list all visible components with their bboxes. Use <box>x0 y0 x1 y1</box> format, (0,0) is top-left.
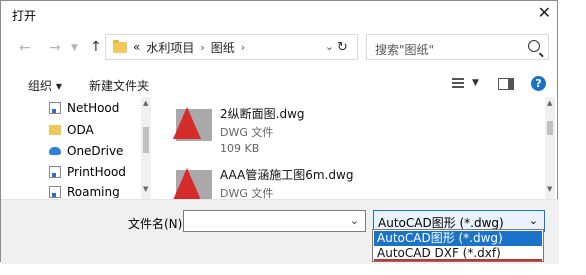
file-type: DWG 文件 <box>220 126 274 139</box>
scroll-up-icon[interactable]: ▲ <box>143 99 148 107</box>
filetype-option-dwg[interactable]: AutoCAD图形 (*.dwg) <box>374 231 542 246</box>
back-icon[interactable]: ← <box>19 40 31 56</box>
scroll-down-icon[interactable]: ▼ <box>547 185 552 193</box>
file-type: DWG 文件 <box>220 187 274 199</box>
forward-icon[interactable]: → <box>49 40 61 56</box>
scrollbar-thumb[interactable] <box>547 121 553 135</box>
breadcrumb-overflow[interactable]: « <box>133 40 140 54</box>
cloud-icon <box>49 147 61 155</box>
sidebar-item-label: PrintHood <box>67 165 126 179</box>
file-name: 2纵断面图.dwg <box>220 107 305 121</box>
list-item[interactable]: 2纵断面图.dwg DWG 文件 109 KB <box>173 105 305 155</box>
sidebar-item-label: ODA <box>67 123 94 137</box>
search-input[interactable]: 搜索"图纸" <box>366 34 549 60</box>
chevron-right-icon[interactable]: › <box>200 41 204 54</box>
file-name: AAA管涵施工图6m.dwg <box>220 168 354 182</box>
recent-dropdown-icon[interactable]: ▼ <box>71 43 78 53</box>
new-folder-button[interactable]: 新建文件夹 <box>89 77 149 94</box>
breadcrumb-item[interactable]: 图纸 <box>211 39 235 56</box>
help-icon[interactable]: ? <box>531 76 546 91</box>
doc-icon <box>49 166 61 178</box>
navigation-pane: NetHood ODA OneDrive PrintHood Roaming <box>1 97 151 199</box>
sidebar-item-nethood[interactable]: NetHood <box>49 101 119 115</box>
search-icon[interactable] <box>528 40 540 52</box>
filetype-option-dxf[interactable]: AutoCAD DXF (*.dxf) <box>374 246 542 261</box>
sidebar-item-roaming[interactable]: Roaming <box>49 186 120 198</box>
chevron-down-icon[interactable]: ⌄ <box>529 214 538 227</box>
view-dropdown-icon[interactable]: ▼ <box>472 78 479 88</box>
sidebar-item-label: OneDrive <box>67 144 124 158</box>
search-placeholder: 搜索"图纸" <box>375 43 435 57</box>
open-dialog: 打开 ✕ ← → ▼ ↑ « 水利项目 › 图纸 › ⌄ ↻ 搜索"图纸" 组织… <box>0 0 559 264</box>
folder-icon <box>113 39 127 53</box>
sidebar-item-oda[interactable]: ODA <box>49 123 94 137</box>
chevron-right-icon[interactable]: › <box>241 41 245 54</box>
scroll-down-icon[interactable]: ▼ <box>143 185 148 193</box>
scroll-up-icon[interactable]: ▲ <box>547 99 552 107</box>
chevron-down-icon[interactable]: ⌄ <box>350 214 359 227</box>
autocad-file-icon <box>173 166 213 199</box>
close-icon[interactable]: ✕ <box>538 4 551 22</box>
sidebar-scrollbar[interactable]: ▲ ▼ <box>141 97 151 199</box>
filename-input[interactable]: ⌄ <box>183 210 366 232</box>
list-item[interactable]: AAA管涵施工图6m.dwg DWG 文件 <box>173 166 353 199</box>
filename-label: 文件名(N): <box>128 217 187 231</box>
filetype-selected: AutoCAD图形 (*.dwg) <box>378 216 504 230</box>
dialog-title: 打开 <box>12 9 37 23</box>
file-size: 109 KB <box>220 142 260 155</box>
scrollbar-thumb[interactable] <box>143 127 149 153</box>
file-list-scrollbar[interactable]: ▲ ▼ <box>545 97 555 199</box>
autocad-file-icon <box>173 105 213 143</box>
breadcrumb-item[interactable]: 水利项目 <box>146 39 194 56</box>
preview-pane-icon[interactable] <box>498 78 514 90</box>
organize-button[interactable]: 组织 ▾ <box>28 77 62 94</box>
doc-icon <box>49 186 61 198</box>
up-icon[interactable]: ↑ <box>90 39 102 55</box>
sidebar-item-label: NetHood <box>67 101 120 115</box>
address-bar[interactable]: « 水利项目 › 图纸 › ⌄ <box>105 34 358 60</box>
refresh-icon[interactable]: ↻ <box>337 40 348 55</box>
sidebar-item-label: Roaming <box>67 186 120 198</box>
doc-icon <box>49 102 61 114</box>
view-icon[interactable] <box>452 78 464 90</box>
sidebar-item-printhood[interactable]: PrintHood <box>49 165 126 179</box>
chevron-down-icon[interactable]: ⌄ <box>325 40 334 53</box>
folder-icon <box>49 125 61 135</box>
sidebar-item-onedrive[interactable]: OneDrive <box>49 144 123 158</box>
filetype-dropdown-list: AutoCAD图形 (*.dwg) AutoCAD DXF (*.dxf) <box>372 229 544 262</box>
